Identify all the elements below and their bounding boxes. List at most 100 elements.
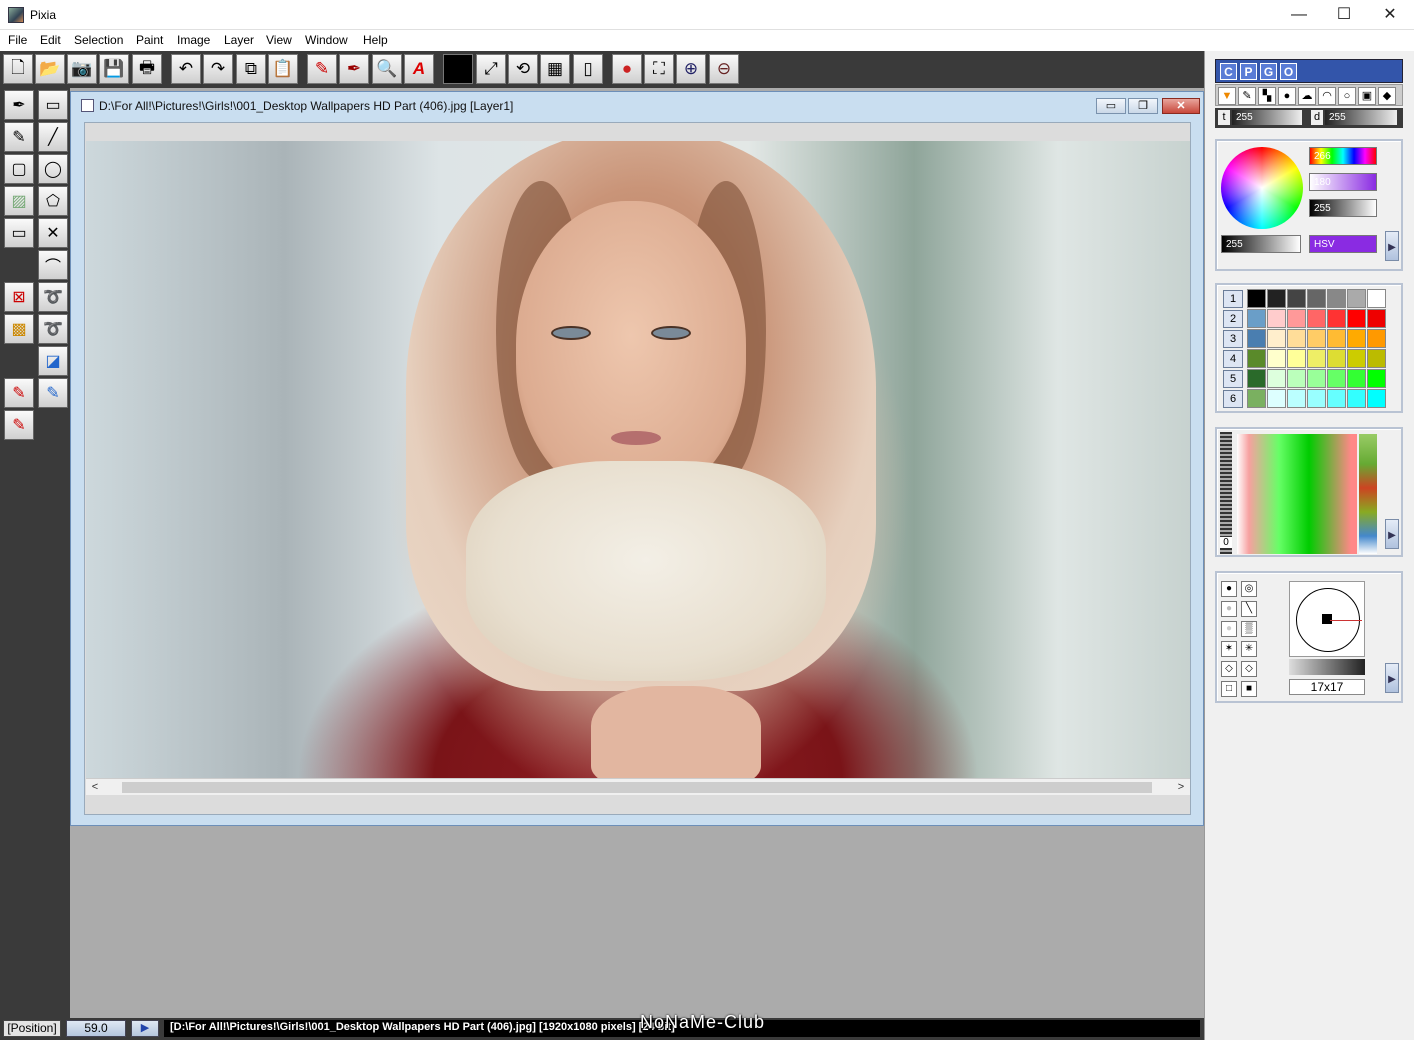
ellipse-tool-icon[interactable]: ◯ — [38, 154, 68, 184]
color-next-button[interactable]: ▶ — [1385, 231, 1399, 261]
palette-swatch[interactable] — [1367, 309, 1386, 328]
menu-paint[interactable]: Paint — [136, 33, 163, 47]
mode-arc-icon[interactable]: ◠ — [1318, 87, 1336, 105]
cross-tool-icon[interactable]: ✕ — [38, 218, 68, 248]
palette-swatch[interactable] — [1307, 309, 1326, 328]
print-icon[interactable]: 🖶 — [132, 54, 162, 84]
palette-swatch[interactable] — [1307, 369, 1326, 388]
transform-select-icon[interactable]: ◪ — [38, 346, 68, 376]
palette-swatch[interactable] — [1247, 349, 1266, 368]
brush-line-icon[interactable]: ╲ — [1241, 601, 1257, 617]
palette-swatch[interactable] — [1267, 329, 1286, 348]
menu-image[interactable]: Image — [177, 33, 210, 47]
image-canvas[interactable] — [86, 141, 1190, 778]
brush-preview[interactable] — [1289, 581, 1365, 657]
undo-icon[interactable]: ↶ — [171, 54, 201, 84]
scroll-left-icon[interactable]: < — [86, 779, 104, 796]
line-tool-icon[interactable]: ╱ — [38, 122, 68, 152]
palette-swatch[interactable] — [1367, 349, 1386, 368]
brush-size[interactable]: 17x17 — [1289, 679, 1365, 695]
palette-swatch[interactable] — [1347, 309, 1366, 328]
palette-row-1[interactable]: 1 — [1223, 290, 1243, 308]
palette-swatch[interactable] — [1287, 349, 1306, 368]
pen-icon[interactable]: ✒ — [339, 54, 369, 84]
polygon-tool-icon[interactable]: ⬠ — [38, 186, 68, 216]
gradient-preview[interactable] — [1237, 434, 1357, 554]
palette-swatch[interactable] — [1327, 289, 1346, 308]
menu-selection[interactable]: Selection — [74, 33, 123, 47]
palette-swatch[interactable] — [1247, 289, 1266, 308]
eraser-brush-icon[interactable]: ✎ — [4, 410, 34, 440]
palette-swatch[interactable] — [1267, 369, 1286, 388]
mosaic-icon[interactable]: ▩ — [4, 314, 34, 344]
close-button[interactable]: ✕ — [1367, 0, 1413, 30]
palette-row-3[interactable]: 3 — [1223, 330, 1243, 348]
lasso-pen-icon[interactable]: ➰ — [38, 314, 68, 344]
palette-swatch[interactable] — [1307, 329, 1326, 348]
menu-file[interactable]: File — [8, 33, 27, 47]
palette-swatch[interactable] — [1327, 309, 1346, 328]
gradient-next-button[interactable]: ▶ — [1385, 519, 1399, 549]
brush-density-slider[interactable] — [1289, 659, 1365, 675]
mode-square-icon[interactable]: ▣ — [1358, 87, 1376, 105]
mode-blob-icon[interactable]: ☁ — [1298, 87, 1316, 105]
horizontal-scrollbar[interactable]: < > — [86, 778, 1190, 795]
t-slider[interactable]: 255 — [1232, 110, 1302, 125]
alpha-slider[interactable]: 255 — [1221, 235, 1301, 253]
filter-icon[interactable]: ⛶ — [644, 54, 674, 84]
pen-tool-icon[interactable]: ✒ — [4, 90, 34, 120]
brush-spark-icon[interactable]: ✳ — [1241, 641, 1257, 657]
brush-soft-icon[interactable]: ◎ — [1241, 581, 1257, 597]
palette-swatch[interactable] — [1267, 389, 1286, 408]
cpgo-o-button[interactable]: O — [1280, 63, 1297, 80]
brush-square-filled-icon[interactable]: ■ — [1241, 681, 1257, 697]
palette-swatch[interactable] — [1287, 309, 1306, 328]
palette-swatch[interactable] — [1347, 369, 1366, 388]
palette-swatch[interactable] — [1287, 289, 1306, 308]
gradient-strip[interactable] — [1359, 434, 1377, 554]
mode-diamond-icon[interactable]: ◆ — [1378, 87, 1396, 105]
text-icon[interactable]: A — [404, 54, 434, 84]
zoom-level[interactable]: 59.0 — [66, 1020, 126, 1037]
cpgo-c-button[interactable]: C — [1220, 63, 1237, 80]
palette-swatch[interactable] — [1247, 369, 1266, 388]
palette-row-5[interactable]: 5 — [1223, 370, 1243, 388]
maximize-button[interactable]: ☐ — [1321, 0, 1367, 30]
brush-next-button[interactable]: ▶ — [1385, 663, 1399, 693]
menu-window[interactable]: Window — [305, 33, 348, 47]
open-folder-icon[interactable]: 📂 — [35, 54, 65, 84]
palette-swatch[interactable] — [1327, 349, 1346, 368]
copy-icon[interactable]: ⧉ — [236, 54, 266, 84]
palette-swatch[interactable] — [1327, 369, 1346, 388]
doc-minimize-button[interactable]: ▭ — [1096, 98, 1126, 114]
brush-round-icon[interactable]: ● — [1221, 581, 1237, 597]
d-slider[interactable]: 255 — [1325, 110, 1397, 125]
airbrush-red-icon[interactable]: ✎ — [4, 378, 34, 408]
palette-row-2[interactable]: 2 — [1223, 310, 1243, 328]
play-icon[interactable]: ▶ — [131, 1020, 159, 1037]
airbrush-icon[interactable]: ✎ — [307, 54, 337, 84]
palette-swatch[interactable] — [1247, 389, 1266, 408]
palette-row-4[interactable]: 4 — [1223, 350, 1243, 368]
brush-star-icon[interactable]: ✶ — [1221, 641, 1237, 657]
palette-swatch[interactable] — [1307, 349, 1326, 368]
palette-swatch[interactable] — [1287, 389, 1306, 408]
value-slider[interactable]: 255 — [1309, 199, 1377, 217]
mode-pen-icon[interactable]: ✎ — [1238, 87, 1256, 105]
scroll-right-icon[interactable]: > — [1172, 779, 1190, 796]
palette-swatch[interactable] — [1347, 329, 1366, 348]
gradient-icon[interactable]: ▨ — [4, 186, 34, 216]
palette-swatch[interactable] — [1347, 349, 1366, 368]
position-button[interactable]: [Position] — [3, 1020, 61, 1037]
layers-icon[interactable]: ▦ — [540, 54, 570, 84]
palette-swatch[interactable] — [1307, 289, 1326, 308]
palette-swatch[interactable] — [1267, 289, 1286, 308]
resize-icon[interactable]: ⤢ — [476, 54, 506, 84]
menu-help[interactable]: Help — [363, 33, 388, 47]
paste-icon[interactable]: 📋 — [268, 54, 298, 84]
palette-swatch[interactable] — [1267, 309, 1286, 328]
transform-icon[interactable]: ⟲ — [508, 54, 538, 84]
palette-swatch[interactable] — [1367, 389, 1386, 408]
palette-swatch[interactable] — [1307, 389, 1326, 408]
palette-swatch[interactable] — [1347, 289, 1366, 308]
